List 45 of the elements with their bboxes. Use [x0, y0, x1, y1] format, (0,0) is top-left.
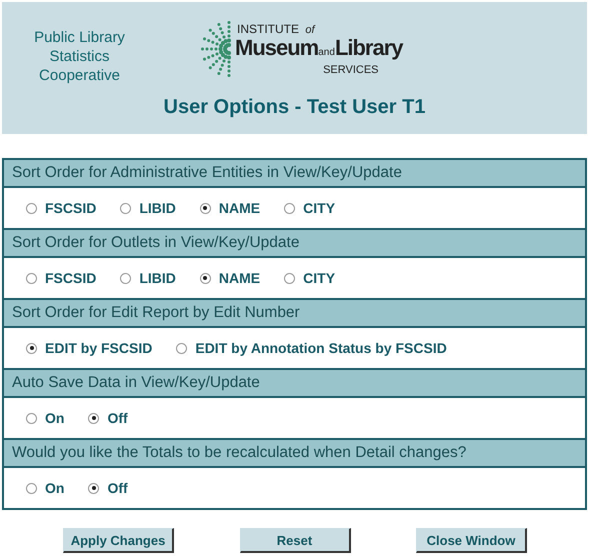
option-label[interactable]: On — [45, 480, 64, 496]
radio-button[interactable] — [120, 272, 132, 284]
page-title: User Options - Test User T1 — [164, 96, 426, 119]
logo-text: Museum — [235, 36, 318, 60]
section-heading: Would you like the Totals to be recalculated when Detail changes? — [4, 438, 585, 468]
option-label[interactable]: NAME — [218, 270, 260, 286]
section-heading: Sort Order for Outlets in View/Key/Update — [4, 228, 585, 258]
radio-button[interactable] — [200, 272, 211, 284]
action-button[interactable]: Close Window — [416, 528, 527, 553]
option-label[interactable]: FSCSID — [45, 200, 96, 216]
action-button[interactable]: Apply Changes — [63, 528, 174, 553]
section-heading: Sort Order for Administrative Entities in View/Key/Update — [4, 160, 585, 188]
section-heading: Auto Save Data in View/Key/Update — [4, 368, 585, 398]
radio-button[interactable] — [176, 342, 188, 354]
option-label[interactable]: Off — [107, 410, 128, 426]
organization-name-line: Cooperative — [39, 66, 120, 84]
radio-button[interactable] — [88, 412, 100, 424]
option-label[interactable]: EDIT by Annotation Status by FSCSID — [195, 340, 447, 356]
logo-text: INSTITUTE of — [237, 22, 316, 36]
option-label[interactable]: Off — [107, 480, 128, 496]
radio-button[interactable] — [26, 342, 37, 354]
radio-button[interactable] — [284, 272, 296, 284]
radio-button[interactable] — [26, 202, 37, 214]
radio-button[interactable] — [26, 272, 37, 284]
option-label[interactable]: EDIT by FSCSID — [45, 340, 152, 356]
organization-name-line: Public Library — [34, 28, 125, 46]
option-label[interactable]: NAME — [218, 200, 260, 216]
option-label[interactable]: FSCSID — [45, 270, 96, 286]
option-label[interactable]: LIBID — [139, 270, 176, 286]
organization-name-line: Statistics — [49, 46, 110, 66]
option-label[interactable]: LIBID — [139, 200, 176, 216]
section-heading: Sort Order for Edit Report by Edit Number — [4, 298, 585, 328]
radio-button[interactable] — [284, 202, 296, 214]
radio-button[interactable] — [26, 482, 37, 494]
option-label[interactable]: On — [45, 410, 64, 426]
logo-text: SERVICES — [323, 64, 379, 76]
radio-button[interactable] — [120, 202, 132, 214]
logo-text: Library — [334, 36, 403, 60]
radio-button[interactable] — [88, 482, 100, 494]
radio-button[interactable] — [26, 412, 37, 424]
action-button[interactable]: Reset — [240, 528, 350, 553]
option-label[interactable]: CITY — [303, 270, 336, 286]
logo-text: and — [318, 46, 335, 60]
option-label[interactable]: CITY — [303, 200, 336, 216]
radio-button[interactable] — [200, 202, 211, 214]
